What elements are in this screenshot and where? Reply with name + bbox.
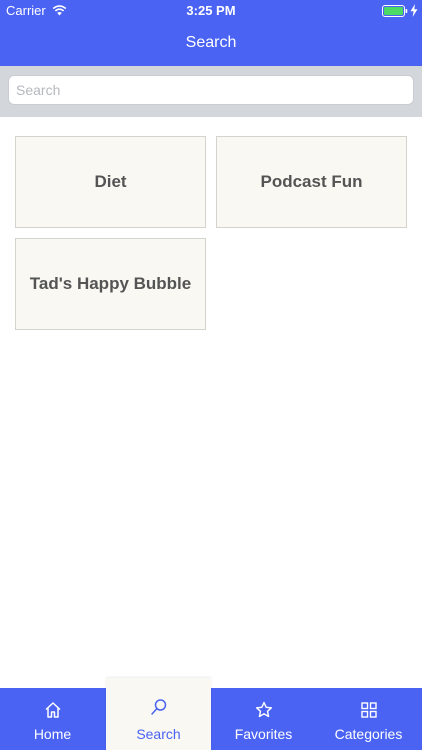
tab-categories[interactable]: Categories (316, 688, 421, 750)
tile-diet[interactable]: Diet (15, 136, 206, 228)
tab-bar: Home Search Favorites Categories (0, 678, 422, 750)
tab-label: Search (136, 726, 181, 742)
status-bar: Carrier 3:25 PM (0, 0, 422, 22)
search-input[interactable] (8, 75, 414, 105)
tab-search[interactable]: Search (106, 678, 211, 750)
tab-label: Favorites (234, 726, 293, 742)
clock: 3:25 PM (186, 3, 236, 18)
tab-home[interactable]: Home (0, 688, 105, 750)
tile-label: Diet (94, 172, 127, 191)
search-icon (150, 699, 166, 715)
tile-label: Podcast Fun (260, 172, 363, 191)
tab-favorites[interactable]: Favorites (211, 688, 316, 750)
battery-icon (382, 5, 408, 17)
tile-tads-happy-bubble[interactable]: Tad's Happy Bubble (15, 238, 206, 330)
home-icon (44, 702, 61, 718)
tile-podcast-fun[interactable]: Podcast Fun (216, 136, 407, 228)
tab-label: Categories (334, 726, 403, 742)
star-icon (255, 701, 272, 718)
tab-label: Home (33, 726, 72, 742)
tile-label: Tad's Happy Bubble (29, 274, 192, 293)
search-bar (0, 66, 422, 117)
navigation-bar: Search (0, 22, 422, 66)
page-title: Search (185, 34, 237, 51)
charging-bolt-icon (410, 4, 418, 17)
grid-icon (360, 702, 377, 718)
